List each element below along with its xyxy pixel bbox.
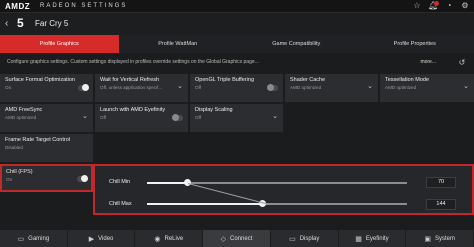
connect-icon: ◇ bbox=[220, 235, 227, 243]
nav-relive[interactable]: ◉ ReLive bbox=[135, 230, 204, 247]
chill-panel: Chill Min Chill Max 70 144 bbox=[93, 164, 474, 215]
more-link[interactable]: more... bbox=[420, 59, 436, 65]
user-icon[interactable]: ◔ bbox=[444, 1, 454, 11]
chill-min-fill bbox=[147, 182, 188, 184]
chevron-down-icon[interactable]: ⌄ bbox=[82, 112, 88, 120]
page-description: Configure graphics settings. Custom sett… bbox=[7, 59, 259, 65]
nav-label: System bbox=[434, 235, 455, 242]
chill-max-fill bbox=[147, 203, 262, 205]
setting-label: Shader Cache bbox=[290, 77, 326, 83]
nav-video[interactable]: ▶ Video bbox=[68, 230, 136, 247]
nav-label: Video bbox=[98, 235, 114, 242]
title-bar: AMDZ RADEON SETTINGS ☆ 🔔︎ ◔ ⚙ bbox=[0, 0, 474, 13]
system-icon: ▣ bbox=[424, 235, 431, 243]
setting-amd-freesync[interactable]: AMD FreeSync AMD optimized ⌄ bbox=[0, 104, 93, 132]
monitor-icon: ▭ bbox=[289, 235, 296, 243]
setting-launch-with-amd-eyefinity[interactable]: Launch with AMD Eyefinity Off bbox=[95, 104, 188, 132]
setting-label: Launch with AMD Eyefinity bbox=[100, 107, 166, 113]
setting-value: AMD optimized bbox=[5, 115, 37, 120]
setting-label: Wait for Vertical Refresh bbox=[100, 77, 160, 83]
nav-label: Display bbox=[299, 235, 320, 242]
setting-label: Frame Rate Target Control bbox=[5, 137, 71, 143]
chevron-down-icon[interactable]: ⌄ bbox=[272, 112, 278, 120]
setting-value: On bbox=[6, 177, 13, 182]
title-bar-icons: ☆ 🔔︎ ◔ ⚙ bbox=[412, 1, 470, 11]
profile-tabs: Profile Graphics Profile WattMan Game Co… bbox=[0, 35, 474, 53]
nav-display[interactable]: ▭ Display bbox=[271, 230, 339, 247]
record-icon: ◉ bbox=[154, 235, 161, 243]
setting-value: Off bbox=[195, 85, 202, 90]
nav-eyefinity[interactable]: ▦ Eyefinity bbox=[339, 230, 407, 247]
setting-value: Off bbox=[195, 115, 202, 120]
chill-min-value[interactable]: 70 bbox=[426, 177, 456, 188]
setting-value: Off, unless application specif... bbox=[100, 85, 163, 90]
tab-profile-graphics[interactable]: Profile Graphics bbox=[0, 35, 119, 53]
nav-gaming[interactable]: ▭ Gaming bbox=[0, 230, 68, 247]
setting-opengl-triple-buffering[interactable]: OpenGL Triple Buffering Off bbox=[190, 74, 283, 102]
game-header: ‹ 5 Far Cry 5 bbox=[0, 13, 474, 35]
toggle-switch[interactable] bbox=[77, 175, 88, 182]
gear-icon[interactable]: ⚙ bbox=[460, 1, 470, 11]
chill-max-value[interactable]: 144 bbox=[426, 199, 456, 210]
tab-profile-wattman[interactable]: Profile WattMan bbox=[119, 35, 238, 53]
setting-value: AMD optimized bbox=[385, 85, 417, 90]
setting-shader-cache[interactable]: Shader Cache AMD optimized ⌄ bbox=[285, 74, 378, 102]
setting-surface-format-optimization[interactable]: Surface Format Optimization On bbox=[0, 74, 93, 102]
tab-game-compatibility[interactable]: Game Compatibility bbox=[237, 35, 356, 53]
toggle-switch[interactable] bbox=[267, 84, 278, 91]
chevron-down-icon[interactable]: ⌄ bbox=[463, 82, 469, 90]
game-name: Far Cry 5 bbox=[35, 19, 69, 28]
setting-value: Off bbox=[100, 115, 107, 120]
game-icon: 5 bbox=[17, 16, 24, 30]
setting-label: OpenGL Triple Buffering bbox=[195, 77, 255, 83]
bottom-nav: ▭ Gaming ▶ Video ◉ ReLive ◇ Connect ▭ Di… bbox=[0, 230, 474, 247]
chevron-down-icon[interactable]: ⌄ bbox=[177, 82, 183, 90]
setting-chill[interactable]: Chill (FPS) On bbox=[0, 164, 93, 192]
bell-icon[interactable]: 🔔︎ bbox=[428, 1, 439, 11]
setting-value: AMD optimized bbox=[290, 85, 322, 90]
star-icon[interactable]: ☆ bbox=[412, 1, 422, 11]
nav-label: Gaming bbox=[28, 235, 50, 242]
amd-logo: AMDZ bbox=[5, 2, 31, 11]
chill-max-label: Chill Max bbox=[109, 201, 132, 207]
chill-min-label: Chill Min bbox=[109, 179, 131, 185]
gamepad-icon: ▭ bbox=[17, 235, 25, 243]
setting-frame-rate-target-control[interactable]: Frame Rate Target Control Disabled bbox=[0, 134, 93, 162]
nav-label: Eyefinity bbox=[365, 235, 389, 242]
setting-label: Chill (FPS) bbox=[6, 169, 33, 175]
nav-system[interactable]: ▣ System bbox=[406, 230, 474, 247]
setting-value: Disabled bbox=[5, 145, 23, 150]
setting-wait-for-vertical-refresh[interactable]: Wait for Vertical Refresh Off, unless ap… bbox=[95, 74, 188, 102]
chill-link-line bbox=[187, 183, 269, 205]
setting-value: On bbox=[5, 85, 12, 90]
play-icon: ▶ bbox=[88, 235, 95, 243]
back-arrow-icon[interactable]: ‹ bbox=[5, 18, 8, 29]
nav-connect[interactable]: ◇ Connect bbox=[203, 230, 271, 247]
setting-tessellation-mode[interactable]: Tessellation Mode AMD optimized ⌄ bbox=[380, 74, 474, 102]
app-title: RADEON SETTINGS bbox=[40, 3, 128, 9]
setting-label: Display Scaling bbox=[195, 107, 233, 113]
setting-label: Tessellation Mode bbox=[385, 77, 430, 83]
nav-label: ReLive bbox=[164, 235, 184, 242]
eyefinity-icon: ▦ bbox=[355, 235, 362, 243]
setting-label: Surface Format Optimization bbox=[5, 77, 75, 83]
nav-label: Connect bbox=[230, 235, 253, 242]
setting-display-scaling[interactable]: Display Scaling Off ⌄ bbox=[190, 104, 283, 132]
reset-icon[interactable]: ↺ bbox=[456, 57, 468, 69]
toggle-switch[interactable] bbox=[172, 114, 183, 121]
setting-label: AMD FreeSync bbox=[5, 107, 43, 113]
toggle-switch[interactable] bbox=[78, 84, 89, 91]
tab-profile-properties[interactable]: Profile Properties bbox=[356, 35, 474, 53]
chevron-down-icon[interactable]: ⌄ bbox=[367, 82, 373, 90]
